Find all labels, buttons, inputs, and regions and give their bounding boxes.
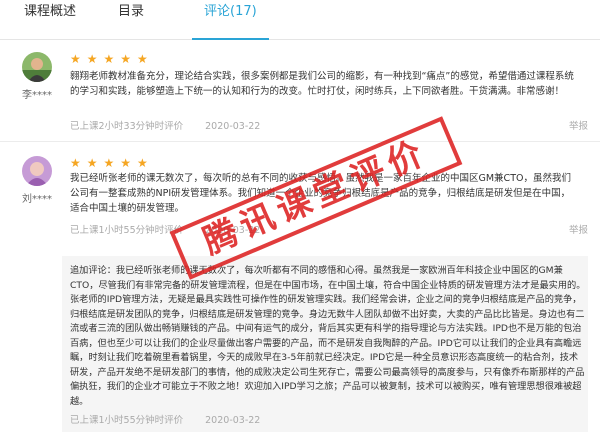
divider — [0, 141, 600, 142]
report-link[interactable]: 举报 — [569, 118, 588, 132]
followup-time: 已上课1小时55分钟时评价 — [70, 415, 184, 426]
avatar[interactable] — [22, 52, 52, 82]
reviewer-name: 李**** — [22, 90, 52, 101]
followup-date: 2020-03-22 — [205, 415, 261, 426]
reviewer-block: 李**** — [22, 52, 62, 101]
review-date: 2020-03-22 — [205, 121, 261, 132]
tab-course-overview[interactable]: 课程概述 — [24, 0, 76, 40]
reviewer-name: 刘**** — [22, 194, 52, 205]
review-time: 已上课1小时55分钟时评价 — [70, 225, 184, 236]
followup-meta: 已上课1小时55分钟时评价 2020-03-22 — [70, 412, 260, 426]
report-link[interactable]: 举报 — [569, 222, 588, 236]
review-meta: 已上课2小时33分钟时评价 2020-03-22 — [70, 118, 260, 132]
tab-bar: 课程概述 目录 评论(17) — [0, 0, 600, 40]
rating-stars: ★★★★★ — [70, 52, 154, 66]
review-time: 已上课2小时33分钟时评价 — [70, 121, 184, 132]
tab-reviews[interactable]: 评论(17) — [192, 0, 269, 40]
avatar[interactable] — [22, 156, 52, 186]
followup-comment: 追加评论：我已经听张老师的课无数次了，每次听都有不同的感悟和心得。虽然我是一家欧… — [62, 256, 588, 432]
review-text: 翱翔老师教材准备充分，理论结合实践，很多案例都是我们公司的缩影，有一种找到“痛点… — [70, 71, 574, 97]
tab-catalog[interactable]: 目录 — [118, 0, 144, 40]
reviewer-block: 刘**** — [22, 156, 62, 205]
followup-text: 追加评论：我已经听张老师的课无数次了，每次听都有不同的感悟和心得。虽然我是一家欧… — [70, 265, 586, 407]
rating-stars: ★★★★★ — [70, 156, 154, 170]
